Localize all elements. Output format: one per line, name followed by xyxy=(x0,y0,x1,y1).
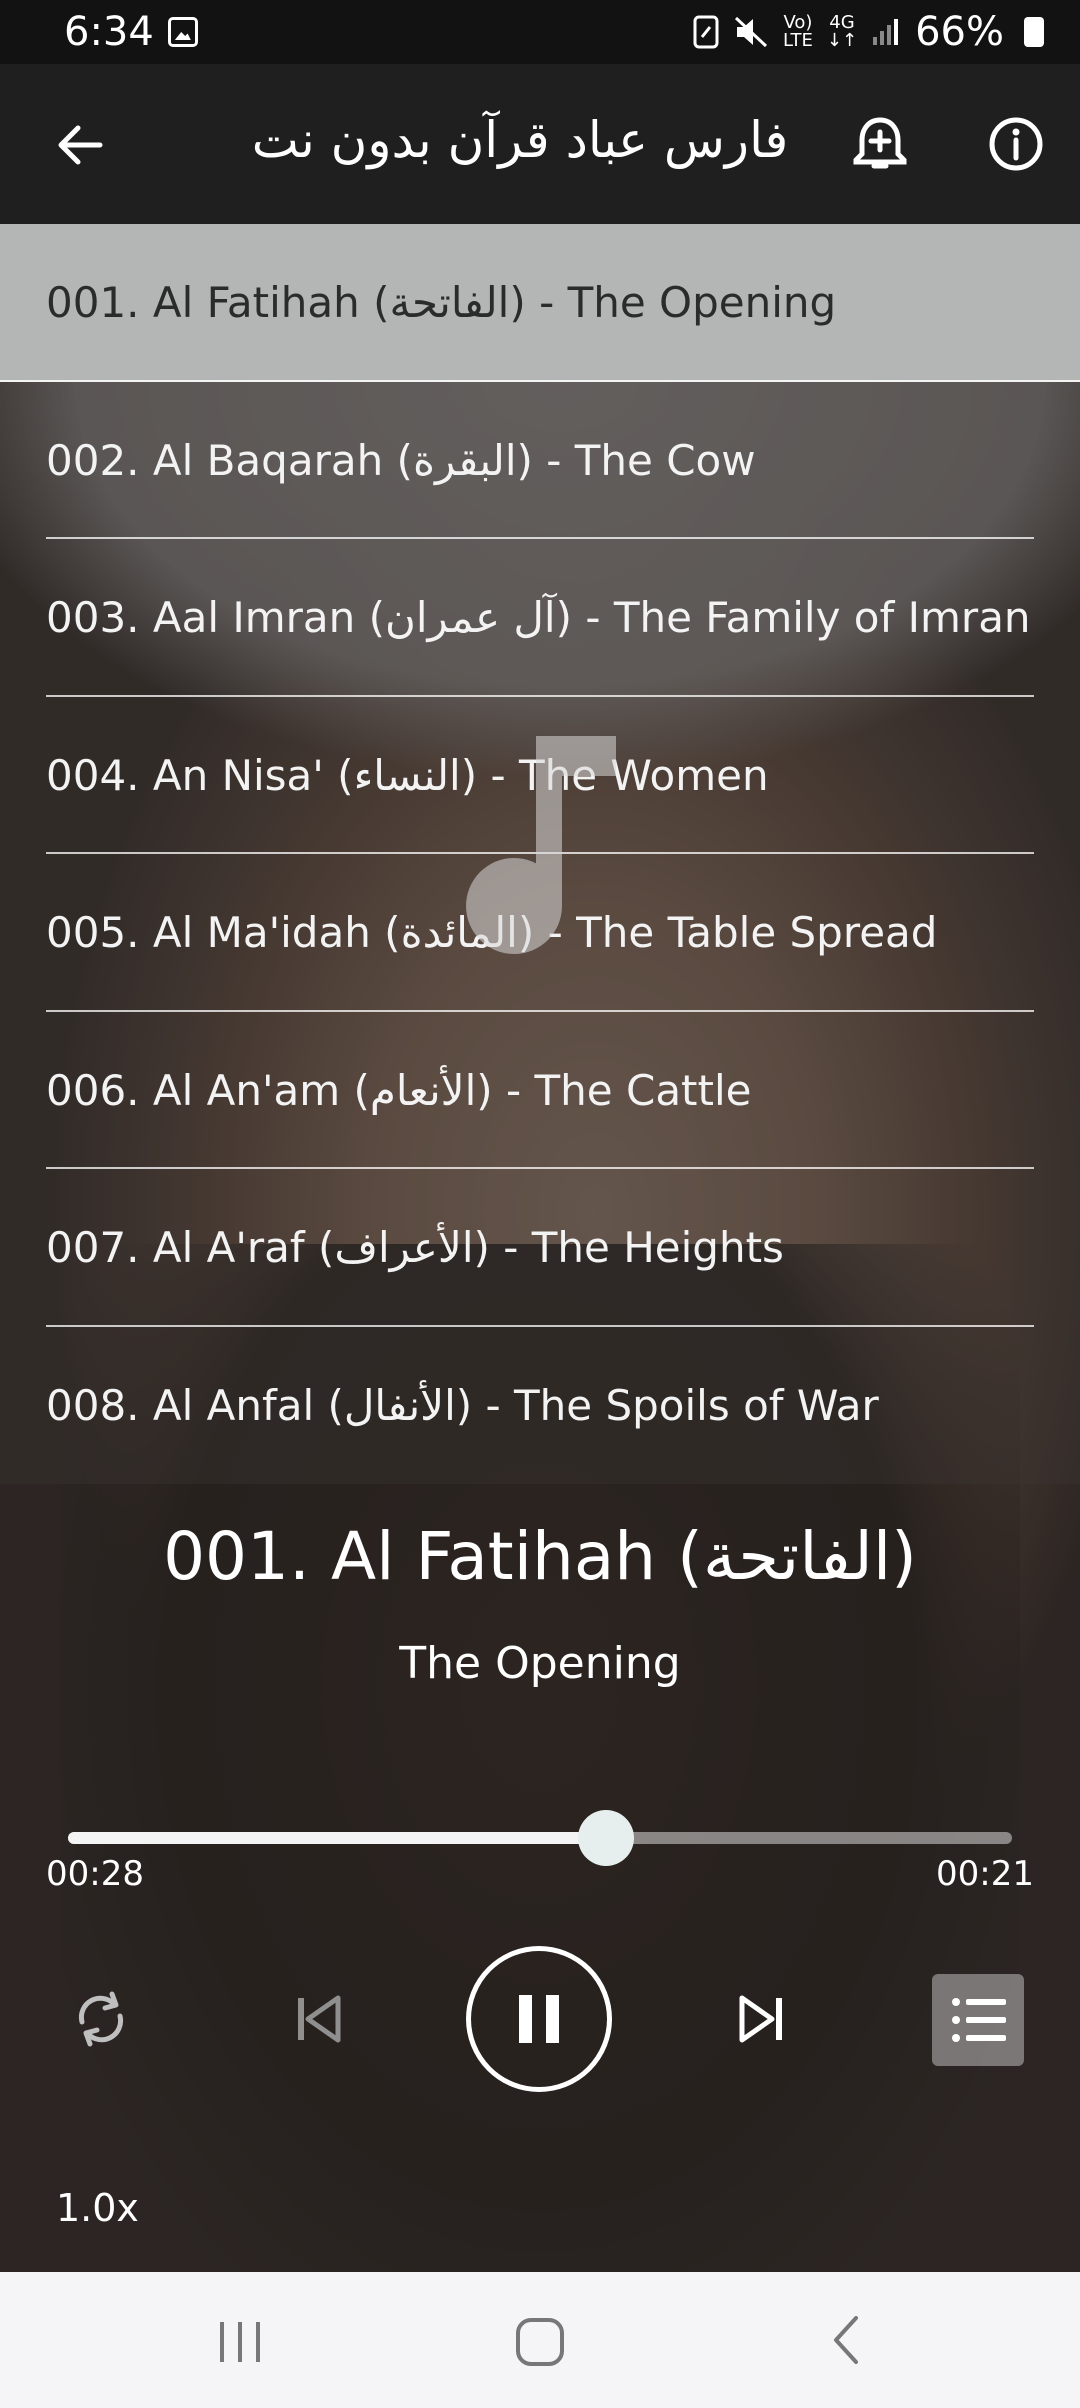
surah-list-item[interactable]: 006. Al An'am (الأنعام) - The Cattle xyxy=(0,1011,1080,1169)
seek-bar[interactable] xyxy=(68,1810,1012,1866)
seek-thumb[interactable] xyxy=(578,1810,635,1866)
app-title: فارس عباد قرآن بدون نت xyxy=(251,111,789,169)
surah-label: 002. Al Baqarah (البقرة) - The Cow xyxy=(46,435,756,485)
info-icon[interactable] xyxy=(984,112,1048,176)
surah-label: 001. Al Fatihah (الفاتحة) - The Opening xyxy=(46,278,837,328)
skip-previous-icon[interactable] xyxy=(292,1992,346,2046)
elapsed-time: 00:28 xyxy=(46,1854,144,1894)
surah-label: 004. An Nisa' (النساء) - The Women xyxy=(46,750,769,800)
surah-list-item[interactable]: 003. Aal Imran (آل عمران) - The Family o… xyxy=(0,539,1080,697)
pause-icon xyxy=(519,1995,559,2043)
signal-icon xyxy=(873,19,899,45)
back-arrow-icon[interactable] xyxy=(50,116,108,174)
music-note-icon xyxy=(466,736,616,954)
surah-list-item[interactable]: 002. Al Baqarah (البقرة) - The Cow xyxy=(0,381,1080,539)
recent-apps-icon[interactable] xyxy=(216,2308,264,2372)
surah-label: 003. Aal Imran (آل عمران) - The Family o… xyxy=(46,593,1031,643)
app-bar: فارس عباد قرآن بدون نت xyxy=(0,64,1080,224)
surah-list-item[interactable]: 008. Al Anfal (الأنفال) - The Spoils of … xyxy=(0,1326,1080,1484)
surah-label: 007. Al A'raf (الأعراف) - The Heights xyxy=(46,1223,784,1273)
surah-label: 006. Al An'am (الأنعام) - The Cattle xyxy=(46,1065,752,1115)
repeat-icon[interactable] xyxy=(68,1986,134,2052)
battery-icon xyxy=(1024,17,1044,47)
volte-indicator: Vo) LTE xyxy=(783,12,813,51)
battery-percentage: 66% xyxy=(915,9,1004,55)
nfc-icon xyxy=(693,15,719,49)
surah-list-item[interactable]: 001. Al Fatihah (الفاتحة) - The Opening xyxy=(0,224,1080,382)
surah-label: 008. Al Anfal (الأنفال) - The Spoils of … xyxy=(46,1380,879,1430)
back-nav-icon[interactable] xyxy=(824,2308,864,2372)
now-playing-subtitle: The Opening xyxy=(399,1638,681,1689)
home-icon[interactable] xyxy=(514,2308,566,2372)
mute-icon xyxy=(734,16,768,48)
queue-list-button[interactable] xyxy=(932,1974,1024,2066)
status-time: 6:34 xyxy=(64,9,154,55)
status-bar: 6:34 Vo) LTE 4G ↓↑ 66% xyxy=(0,0,1080,64)
now-playing-title: 001. Al Fatihah (الفاتحة) xyxy=(163,1518,917,1595)
remaining-time: 00:21 xyxy=(936,1854,1034,1894)
queue-list-icon xyxy=(952,1998,1006,2042)
network-type-indicator: 4G ↓↑ xyxy=(826,12,858,51)
play-pause-button[interactable] xyxy=(466,1946,612,2092)
surah-list-item[interactable]: 007. Al A'raf (الأعراف) - The Heights xyxy=(0,1169,1080,1327)
system-nav-bar xyxy=(0,2272,1080,2408)
playback-speed-button[interactable]: 1.0x xyxy=(56,2184,139,2232)
notification-add-icon[interactable] xyxy=(848,112,912,176)
skip-next-icon[interactable] xyxy=(734,1992,788,2046)
seek-progress xyxy=(68,1832,607,1844)
gallery-notification-icon xyxy=(167,17,198,47)
